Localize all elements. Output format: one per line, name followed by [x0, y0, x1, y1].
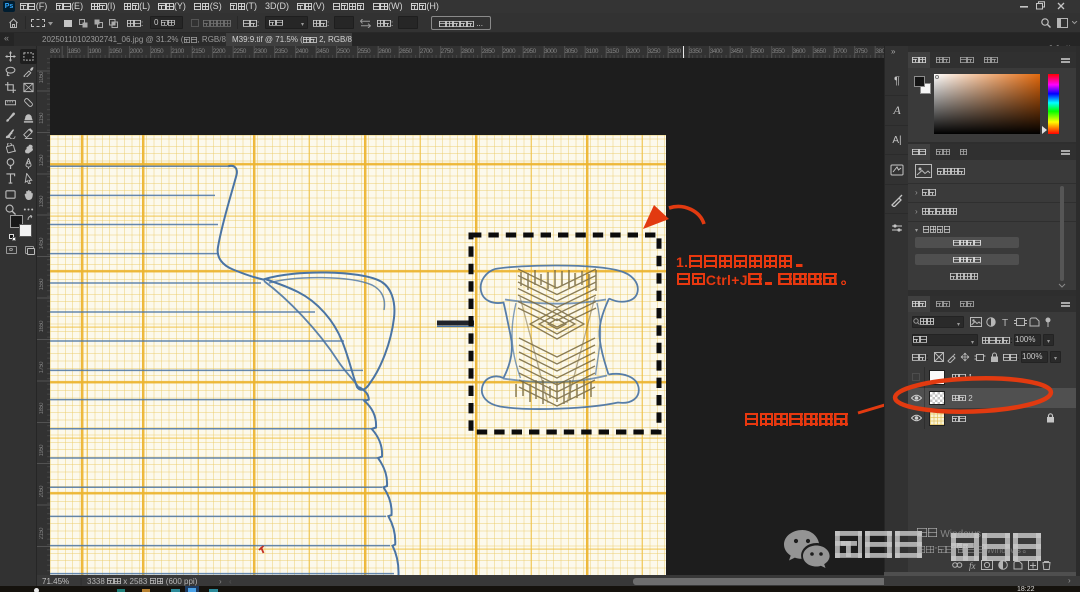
- svg-text:fx: fx: [969, 561, 976, 571]
- svg-text:T: T: [1002, 318, 1008, 328]
